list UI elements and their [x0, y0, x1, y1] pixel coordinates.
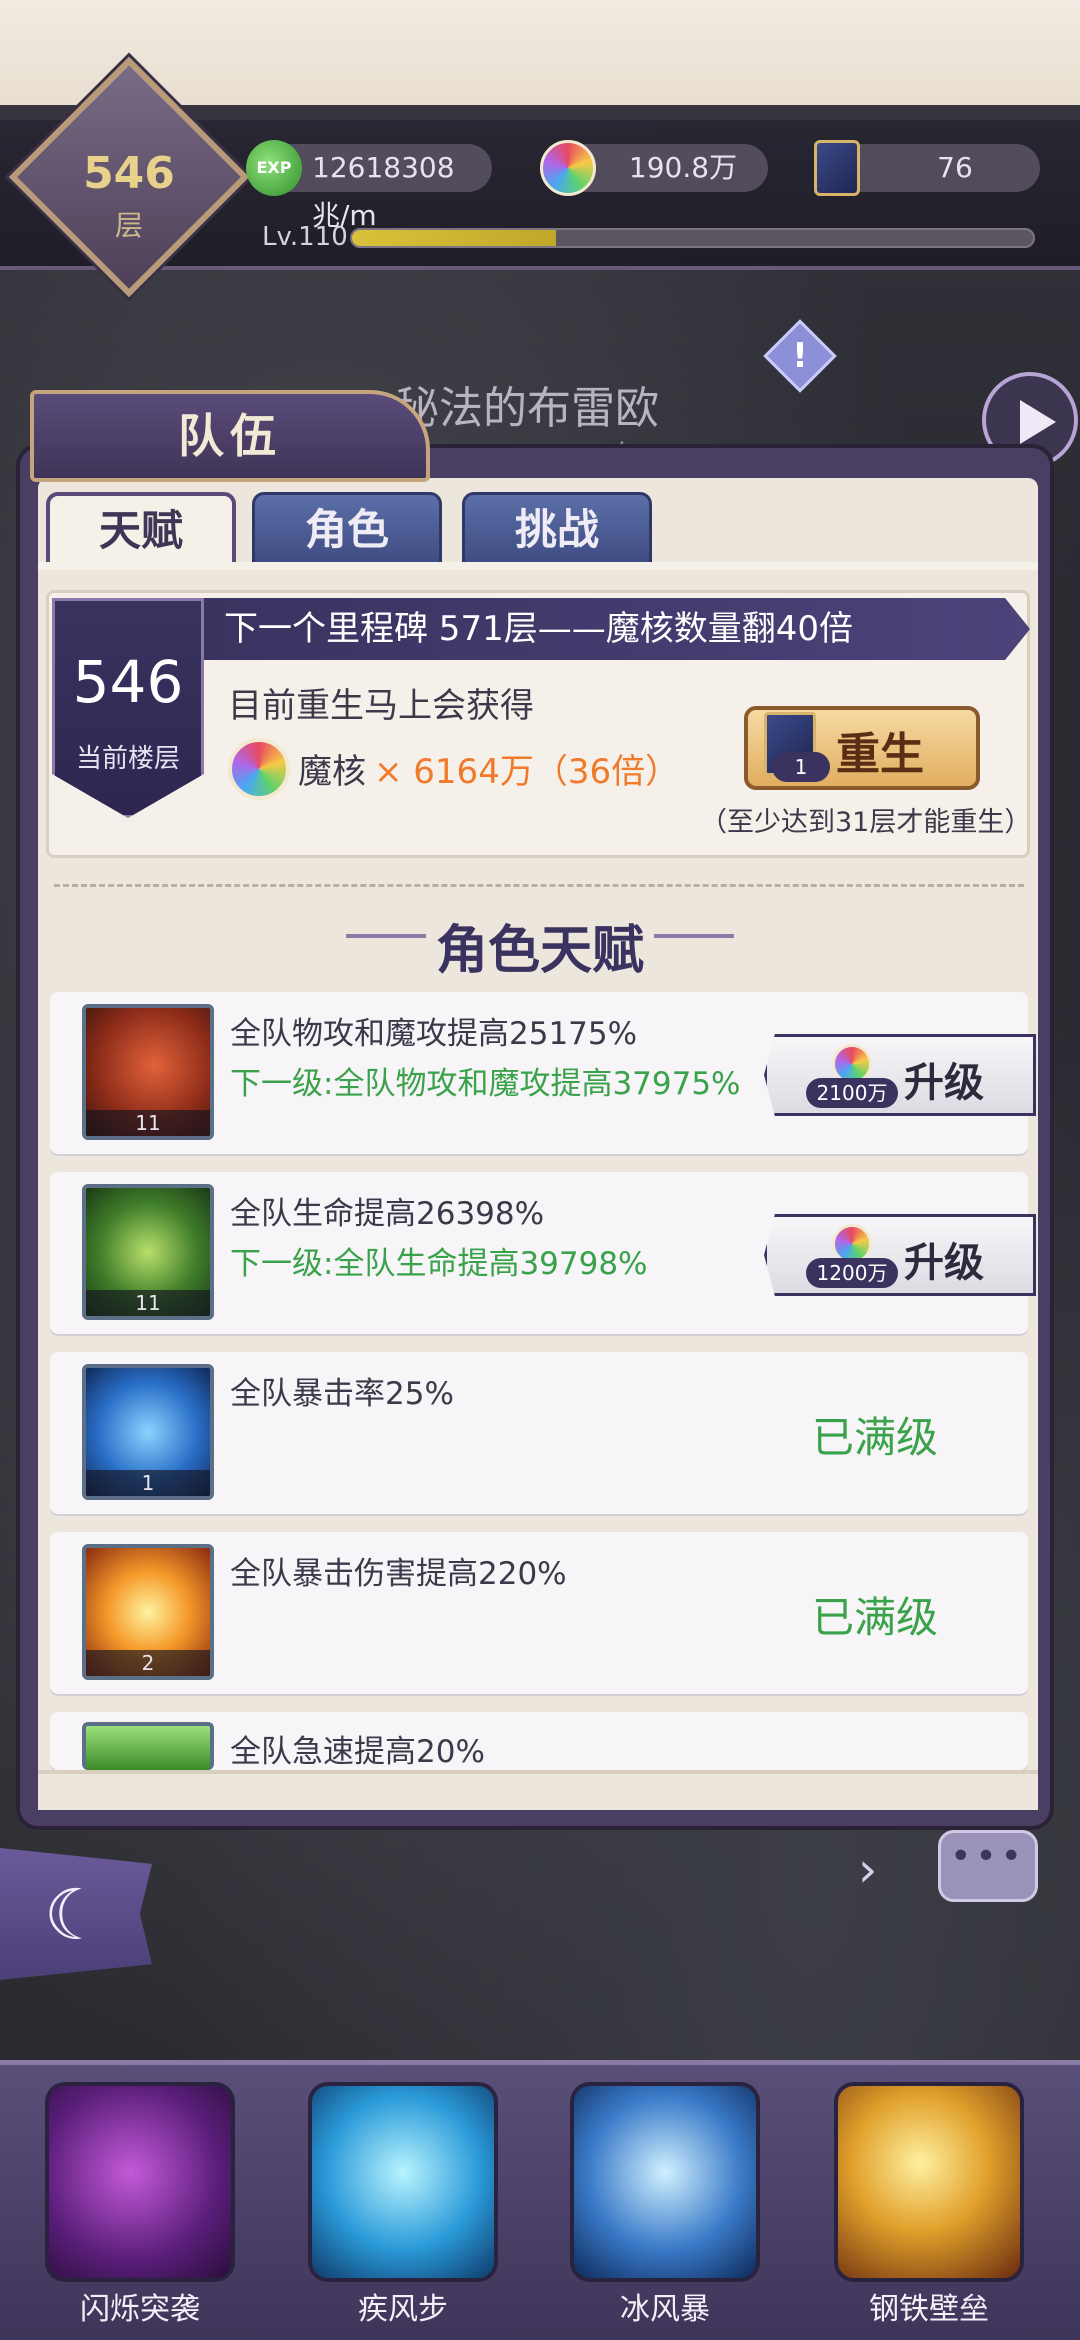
magic-core-icon [228, 738, 290, 800]
milestone-banner: 下一个里程碑 571层——魔核数量翻40倍 [200, 598, 1030, 660]
level-progress-fill [352, 230, 557, 246]
gale-step-icon[interactable] [308, 2082, 498, 2282]
level-progress-bar [350, 228, 1035, 248]
talent-desc: 全队暴击伤害提高220% [230, 1556, 567, 1592]
flash-assault-icon[interactable] [45, 2082, 235, 2282]
talent-maxed: 已满级 [812, 1593, 939, 1642]
hero-name: 秘法的布雷欧 [395, 383, 659, 434]
panel-title: 队伍 [30, 390, 430, 482]
alert-glyph: ! [792, 336, 808, 376]
rebirth-button-label: 重生 [836, 729, 924, 780]
burst-icon: 2 [82, 1544, 214, 1680]
tabs-underline [38, 562, 1038, 570]
core-amount: × 6164万（36倍） [374, 752, 680, 792]
hexagram-icon: 1 [82, 1364, 214, 1500]
chevron-right-icon[interactable]: › [858, 1842, 877, 1898]
flag-emblem-icon: ☾ [43, 1874, 107, 1956]
talent-next: 下一级:全队物攻和魔攻提高37975% [230, 1066, 741, 1102]
core-name: 魔核 [298, 752, 366, 792]
rebirth-gain-label: 目前重生马上会获得 [228, 686, 534, 726]
magic-core-icon [540, 140, 596, 196]
talent-maxed: 已满级 [812, 1413, 939, 1462]
winged-egg-icon: 11 [82, 1184, 214, 1320]
current-floor-label: 当前楼层 [75, 744, 180, 774]
talent-desc: 全队暴击率25% [230, 1376, 454, 1412]
talent-desc: 全队急速提高20% [230, 1734, 485, 1770]
books-value: 76 [937, 151, 973, 184]
talent-next: 下一级:全队生命提高39798% [230, 1246, 648, 1282]
section-title-talents: 角色天赋 [435, 921, 644, 981]
skill-label: 钢铁壁垒 [869, 2292, 989, 2327]
tab-talent[interactable]: 天赋 [46, 492, 236, 564]
upgrade-label: 升级 [904, 1060, 984, 1106]
skill-label: 冰风暴 [620, 2292, 710, 2327]
talent-level: 2 [86, 1650, 210, 1676]
chat-dots: ••• [950, 1836, 1026, 1877]
panel-bottom-edge [38, 1770, 1038, 1810]
current-floor-value: 546 [72, 648, 184, 716]
floor-badge-value: 546 [83, 148, 175, 199]
upgrade-cost: 1200万 [806, 1258, 898, 1288]
level-label: Lv.110 [262, 222, 348, 252]
talent-desc: 全队物攻和魔攻提高25175% [230, 1016, 638, 1052]
skill-label: 闪烁突袭 [80, 2292, 200, 2327]
upgrade-label: 升级 [904, 1240, 984, 1286]
floor-badge-unit: 层 [114, 209, 143, 242]
exp-rate-pill: EXP 12618308兆/m [246, 140, 492, 232]
haste-icon [82, 1722, 214, 1770]
ice-storm-icon[interactable] [570, 2082, 760, 2282]
sword-icon: 11 [82, 1004, 214, 1140]
rebirth-requirement-note: （至少达到31层才能重生） [700, 807, 1032, 838]
books-pill: 76 [814, 140, 1040, 196]
upgrade-cost: 2100万 [806, 1078, 898, 1108]
talent-desc: 全队生命提高26398% [230, 1196, 545, 1232]
talent-level: 11 [86, 1110, 210, 1136]
talent-level: 11 [86, 1290, 210, 1316]
upgrade-button[interactable] [764, 1214, 1036, 1296]
rebirth-cost-badge: 1 [772, 752, 830, 782]
section-divider [54, 884, 1024, 887]
book-icon [814, 140, 860, 196]
tab-characters[interactable]: 角色 [252, 492, 442, 564]
magic-core-pill: 190.8万 [540, 140, 768, 196]
magic-core-value: 190.8万 [628, 151, 738, 184]
upgrade-button[interactable] [764, 1034, 1036, 1116]
tab-challenge[interactable]: 挑战 [462, 492, 652, 564]
talent-level: 1 [86, 1470, 210, 1496]
skill-label: 疾风步 [358, 2292, 448, 2327]
exp-icon: EXP [246, 140, 302, 196]
steel-bulwark-icon[interactable] [834, 2082, 1024, 2282]
